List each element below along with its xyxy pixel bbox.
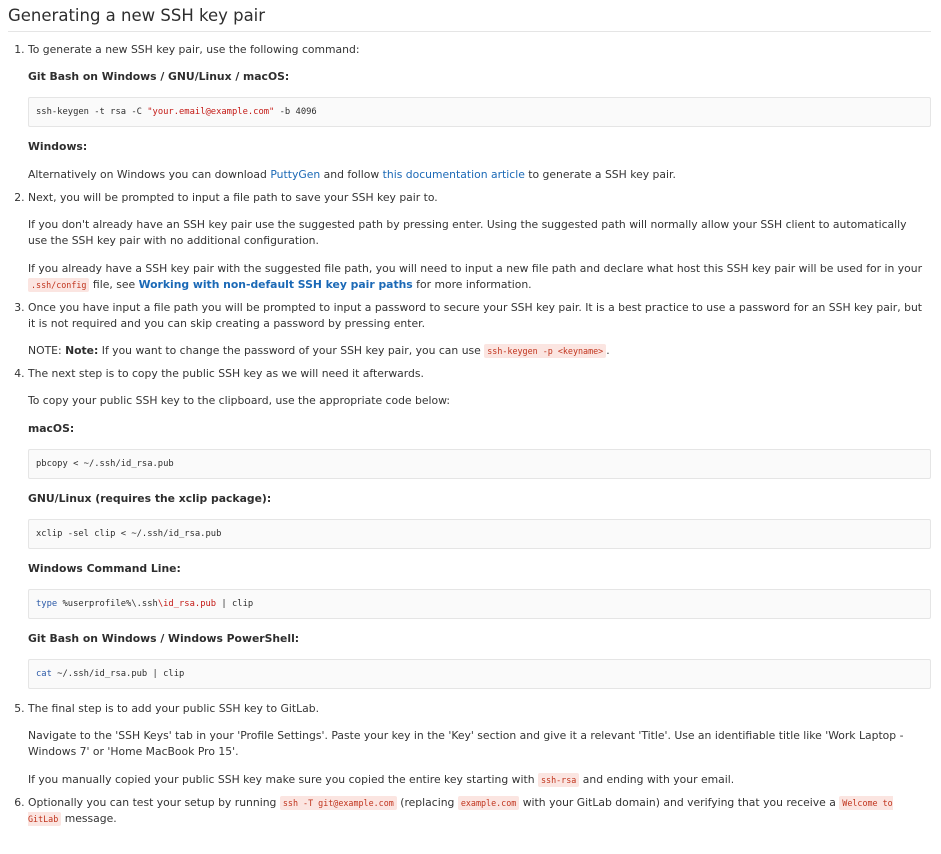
code-block-linux[interactable]: xclip -sel clip < ~/.ssh/id_rsa.pub (28, 519, 931, 549)
step-4-p1: The next step is to copy the public SSH … (28, 367, 424, 380)
code-keyword: cat (36, 669, 52, 679)
code-text: ssh-keygen -t rsa -C (36, 107, 148, 117)
text: If you already have a SSH key pair with … (28, 262, 923, 275)
code-string: "your.email@example.com" (147, 107, 275, 117)
text: with your GitLab domain) and verifying t… (519, 796, 840, 809)
label-powershell: Git Bash on Windows / Windows PowerShell… (28, 632, 300, 645)
step-6: Optionally you can test your setup by ru… (28, 795, 928, 827)
step-3: Once you have input a file path you will… (28, 300, 928, 359)
step-1-intro: To generate a new SSH key pair, use the … (28, 43, 360, 56)
text: to generate a SSH key pair. (524, 168, 676, 181)
text: (replacing (396, 796, 458, 809)
step-4: The next step is to copy the public SSH … (28, 366, 931, 689)
label-macos: macOS: (28, 422, 75, 435)
step-5-p2: Navigate to the 'SSH Keys' tab in your '… (28, 729, 904, 758)
code-text: | clip (216, 599, 254, 609)
code-text: -b 4096 (274, 107, 317, 117)
text: file, see (89, 278, 139, 291)
step-2-p2: If you don't already have an SSH key pai… (28, 218, 907, 247)
inline-code-ssh-test: ssh -T git@example.com (279, 796, 397, 810)
code-text: %userprofile%\.ssh (57, 599, 158, 609)
text: and ending with your email. (579, 773, 735, 786)
inline-code-example-com: example.com (457, 796, 520, 810)
text: and follow (320, 168, 383, 181)
inline-code-keygen-p: ssh-keygen -p <keyname> (484, 344, 607, 358)
step-4-p2: To copy your public SSH key to the clipb… (28, 394, 450, 407)
code-block-powershell[interactable]: cat ~/.ssh/id_rsa.pub | clip (28, 659, 931, 689)
inline-code-ssh-rsa: ssh-rsa (538, 773, 580, 787)
documentation-article-link[interactable]: this documentation article (383, 168, 525, 181)
text: Optionally you can test your setup by ru… (28, 796, 280, 809)
code-block-macos[interactable]: pbcopy < ~/.ssh/id_rsa.pub (28, 449, 931, 479)
step-2-p1: Next, you will be prompted to input a fi… (28, 191, 438, 204)
text: If you want to change the password of yo… (98, 344, 485, 357)
code-path: \id_rsa.pub (157, 599, 217, 609)
note-label: Note: (65, 344, 99, 357)
text: Alternatively on Windows you can downloa… (28, 168, 271, 181)
text: message. (61, 812, 117, 825)
step-3-note: NOTE: Note: If you want to change the pa… (28, 343, 928, 359)
code-block-windows-cmd[interactable]: type %userprofile%\.ssh\id_rsa.pub | cli… (28, 589, 931, 619)
step-1: To generate a new SSH key pair, use the … (28, 42, 931, 183)
step-5-p3: If you manually copied your public SSH k… (28, 772, 928, 788)
text: . (606, 344, 610, 357)
text: If you manually copied your public SSH k… (28, 773, 538, 786)
page-title: Generating a new SSH key pair (8, 6, 931, 32)
code-keyword: type (36, 599, 58, 609)
steps-list: To generate a new SSH key pair, use the … (8, 42, 941, 827)
inline-code-ssh-config: .ssh/config (28, 278, 90, 292)
label-windows: Windows: (28, 140, 88, 153)
step-5: The final step is to add your public SSH… (28, 701, 928, 788)
puttygen-link[interactable]: PuttyGen (270, 168, 320, 181)
label-windows-cmd: Windows Command Line: (28, 562, 181, 575)
step-6-p: Optionally you can test your setup by ru… (28, 795, 928, 827)
step-1-alternative: Alternatively on Windows you can downloa… (28, 167, 928, 183)
label-gitbash-linux-macos: Git Bash on Windows / GNU/Linux / macOS: (28, 70, 290, 83)
step-2-p3: If you already have a SSH key pair with … (28, 261, 928, 293)
step-3-p1: Once you have input a file path you will… (28, 301, 923, 330)
text: NOTE: (28, 344, 66, 357)
code-text: ~/.ssh/id_rsa.pub | clip (51, 669, 185, 679)
non-default-paths-link[interactable]: Working with non-default SSH key pair pa… (139, 278, 413, 291)
code-block-ssh-keygen[interactable]: ssh-keygen -t rsa -C "your.email@example… (28, 97, 931, 127)
label-gnu-linux: GNU/Linux (requires the xclip package): (28, 492, 272, 505)
step-5-p1: The final step is to add your public SSH… (28, 702, 320, 715)
text: for more information. (412, 278, 532, 291)
step-2: Next, you will be prompted to input a fi… (28, 190, 928, 293)
